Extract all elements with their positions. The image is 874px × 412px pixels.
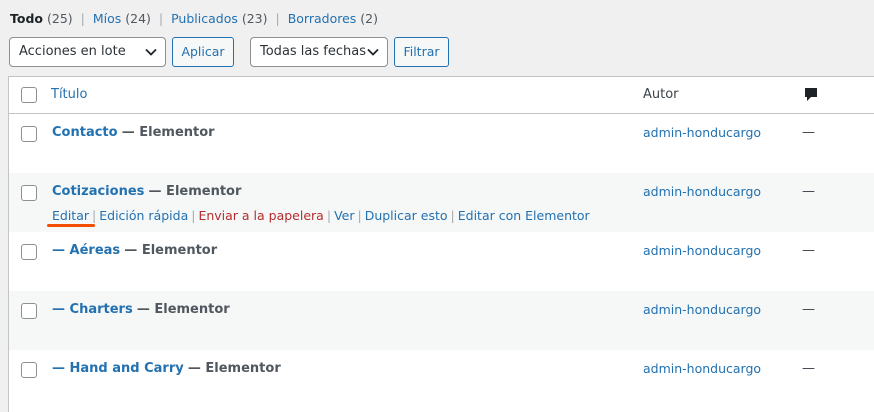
column-author: Autor <box>643 87 679 102</box>
edit-highlight-underline <box>47 224 95 227</box>
page-state: — Elementor <box>148 184 242 199</box>
row-checkbox[interactable] <box>21 303 37 319</box>
comments-count: — <box>802 125 815 140</box>
table-row: Cotizaciones — Elementor Editar | Edición … <box>9 173 874 232</box>
page-title-link[interactable]: — Charters <box>52 302 133 317</box>
comments-count: — <box>802 243 815 258</box>
page-title-link[interactable]: Cotizaciones <box>52 184 144 199</box>
pages-table: Título Autor Contacto — Elementor admin-… <box>8 76 874 412</box>
apply-button[interactable]: Aplicar <box>172 37 234 67</box>
author-link[interactable]: admin-honducargo <box>643 243 761 258</box>
row-title: — Aéreas — Elementor <box>52 243 217 258</box>
status-filters: Todo (25) | Míos (24) | Publicados (23) … <box>10 11 378 26</box>
page-state: — Elementor <box>136 302 230 317</box>
row-actions: Editar | Edición rápida | Enviar a la papele… <box>52 208 590 223</box>
quick-edit-link[interactable]: Edición rápida <box>99 208 188 223</box>
edit-link[interactable]: Editar <box>52 208 89 223</box>
comments-count: — <box>802 184 815 199</box>
row-checkbox[interactable] <box>21 244 37 260</box>
filter-all-count: (25) <box>46 11 73 26</box>
author-link[interactable]: admin-honducargo <box>643 361 761 376</box>
filter-all[interactable]: Todo <box>10 11 43 26</box>
row-checkbox[interactable] <box>21 126 37 142</box>
column-title-sort[interactable]: Título <box>51 87 87 102</box>
row-title: — Hand and Carry — Elementor <box>52 361 281 376</box>
comments-count: — <box>802 302 815 317</box>
page-title-link[interactable]: — Hand and Carry <box>52 361 184 376</box>
table-row: Contacto — Elementor admin-hondu­cargo — <box>9 114 874 173</box>
edit-with-elementor-link[interactable]: Editar con Elementor <box>458 208 590 223</box>
row-title: Contacto — Elementor <box>52 125 215 140</box>
filter-mine-count: (24) <box>125 11 151 26</box>
trash-link[interactable]: Enviar a la papelera <box>198 208 323 223</box>
separator: | <box>357 208 362 223</box>
table-row: — Aéreas — Elementor admin-honducargo — <box>9 232 874 291</box>
page-state: — Elementor <box>124 243 218 258</box>
page-state: — Elementor <box>187 361 281 376</box>
separator: | <box>326 208 332 223</box>
row-title: — Charters — Elementor <box>52 302 230 317</box>
separator: | <box>80 11 85 26</box>
chevron-down-icon <box>145 48 157 56</box>
view-link[interactable]: Ver <box>334 208 354 223</box>
separator: | <box>275 11 280 26</box>
page-state: — Elementor <box>121 125 215 140</box>
filter-published-count: (23) <box>241 11 268 26</box>
bulk-actions-value: Acciones en lote <box>19 44 126 59</box>
author-link[interactable]: admin-honducargo <box>643 184 761 199</box>
filter-button[interactable]: Filtrar <box>394 37 449 67</box>
table-row: — Charters — Elementor admin-honducargo … <box>9 291 874 350</box>
row-checkbox[interactable] <box>21 185 37 201</box>
author-link[interactable]: admin-honducargo <box>643 302 761 317</box>
row-title: Cotizaciones — Elementor <box>52 184 241 199</box>
date-filter-select[interactable]: Todas las fechas <box>250 37 388 67</box>
filter-drafts-count: (2) <box>360 11 378 26</box>
separator: | <box>191 208 196 223</box>
duplicate-link[interactable]: Duplicar esto <box>365 208 448 223</box>
select-all-checkbox[interactable] <box>21 87 37 103</box>
bulk-actions-select[interactable]: Acciones en lote <box>9 37 166 67</box>
date-filter-value: Todas las fechas <box>260 44 366 59</box>
page-title-link[interactable]: Contacto <box>52 125 118 140</box>
filter-mine[interactable]: Míos <box>93 11 121 26</box>
filter-published[interactable]: Publicados <box>171 11 238 26</box>
separator: | <box>158 11 164 26</box>
author-link[interactable]: admin-hondu­cargo <box>643 125 761 140</box>
filter-drafts[interactable]: Borradores <box>288 11 357 26</box>
page-title-link[interactable]: — Aéreas <box>52 243 120 258</box>
row-checkbox[interactable] <box>21 362 37 378</box>
comments-count: — <box>802 361 815 376</box>
chevron-down-icon <box>367 48 379 56</box>
separator: | <box>450 208 455 223</box>
table-row: — Hand and Carry — Elementor admin-hondu… <box>9 350 874 409</box>
separator: | <box>92 208 97 223</box>
comment-bubble-icon[interactable] <box>804 87 818 103</box>
table-header: Título Autor <box>9 77 874 114</box>
